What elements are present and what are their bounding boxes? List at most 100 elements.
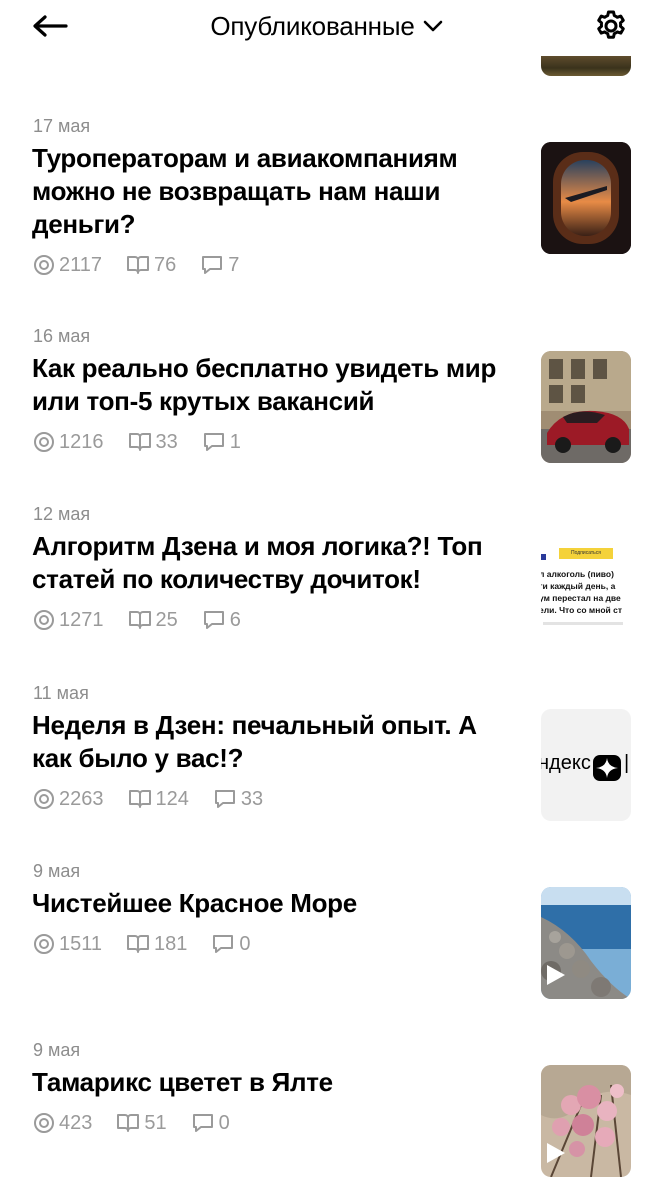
views-count: 1511: [59, 932, 103, 955]
book-icon: [127, 256, 150, 274]
article-screenshot-image[interactable]: Подписаться л алкоголь (пиво) ги каждый …: [541, 530, 631, 642]
book-icon: [128, 790, 151, 808]
reads-count: 181: [154, 932, 188, 955]
article-title[interactable]: Туроператорам и авиакомпаниям можно не в…: [32, 142, 512, 241]
comment-icon: [213, 935, 234, 953]
tamarisk-flowers-video-thumbnail[interactable]: [541, 1065, 631, 1177]
comments-stat: 0: [211, 932, 251, 956]
eye-icon: [34, 432, 54, 452]
reads-count: 51: [144, 1111, 167, 1134]
settings-button[interactable]: [591, 6, 631, 46]
comments-count: 33: [240, 787, 264, 810]
reads-count: 76: [154, 253, 177, 276]
comments-count: 6: [229, 608, 241, 631]
article-card[interactable]: 9 мая Тамарикс цветет в Ялте 423 51 0: [0, 1034, 653, 1194]
comment-icon: [214, 790, 235, 808]
comment-icon: [192, 1114, 213, 1132]
views-stat: 2263: [33, 788, 104, 811]
article-date: 11 мая: [33, 683, 89, 703]
views-stat: 1216: [33, 431, 104, 454]
views-count: 1216: [59, 430, 104, 453]
comments-count: 0: [239, 932, 251, 955]
comments-count: 0: [218, 1111, 230, 1134]
thumb-footer: [543, 622, 623, 625]
article-stats: 2263 124 33: [33, 787, 287, 811]
article-stats: 2117 76 7: [33, 253, 263, 277]
views-count: 423: [59, 1111, 93, 1134]
previous-article-thumbnail[interactable]: [541, 56, 631, 76]
book-icon: [128, 611, 151, 629]
chevron-down-icon: [423, 20, 442, 32]
reads-stat: 25: [128, 609, 178, 632]
article-stats: 1271 25 6: [33, 608, 265, 632]
yandex-zen-logo-image[interactable]: ндекс |: [541, 709, 631, 821]
article-stats: 1216 33 1: [33, 430, 265, 454]
thumb-marker: [541, 554, 546, 560]
book-icon: [127, 935, 150, 953]
eye-icon: [34, 255, 54, 275]
reads-stat: 33: [128, 431, 178, 454]
article-card[interactable]: 11 мая Неделя в Дзен: печальный опыт. А …: [0, 677, 653, 827]
eye-icon: [34, 934, 54, 954]
subscribe-badge: Подписаться: [559, 548, 613, 559]
comments-stat: 6: [202, 609, 241, 632]
article-date: 16 мая: [33, 326, 91, 346]
eye-icon: [34, 610, 54, 630]
comments-count: 1: [229, 430, 241, 453]
article-card[interactable]: 9 мая Чистейшее Красное Море 1511 181 0: [0, 855, 653, 1005]
thumb-text: л алкоголь (пиво) ги каждый день, а ум п…: [541, 569, 623, 615]
thumb-logo-fragment: |: [624, 752, 630, 774]
views-stat: 2117: [33, 254, 102, 277]
red-car-street-image[interactable]: [541, 351, 631, 463]
article-title[interactable]: Чистейшее Красное Море: [32, 887, 512, 920]
reads-count: 33: [155, 430, 178, 453]
article-title[interactable]: Тамарикс цветет в Ялте: [32, 1066, 512, 1099]
status-filter-dropdown[interactable]: Опубликованные: [0, 8, 653, 44]
book-icon: [117, 1114, 140, 1132]
eye-icon: [34, 1113, 54, 1133]
article-stats: 1511 181 0: [33, 932, 275, 956]
views-stat: 1511: [33, 933, 102, 956]
comment-icon: [202, 256, 223, 274]
thumb-logo-text: ндекс: [541, 752, 591, 774]
article-date: 17 мая: [33, 116, 91, 136]
sea-coast-video-thumbnail[interactable]: [541, 887, 631, 999]
top-bar: Опубликованные: [0, 0, 653, 56]
eye-icon: [34, 789, 54, 809]
article-card[interactable]: 12 мая Алгоритм Дзена и моя логика?! Топ…: [0, 498, 653, 648]
page-title: Опубликованные: [210, 10, 415, 41]
views-count: 2263: [59, 787, 104, 810]
reads-stat: 181: [126, 933, 187, 956]
article-stats: 423 51 0: [33, 1111, 254, 1135]
views-stat: 1271: [33, 609, 104, 632]
reads-stat: 124: [128, 788, 189, 811]
comments-stat: 0: [191, 1112, 230, 1135]
article-card[interactable]: 16 мая Как реально бесплатно увидеть мир…: [0, 320, 653, 470]
views-stat: 423: [33, 1112, 92, 1135]
article-title[interactable]: Неделя в Дзен: печальный опыт. А как был…: [32, 709, 512, 775]
gear-icon: [597, 10, 625, 39]
reads-count: 124: [155, 787, 189, 810]
reads-count: 25: [155, 608, 178, 631]
book-icon: [128, 433, 151, 451]
airplane-window-image[interactable]: [541, 142, 631, 254]
comments-stat: 7: [200, 254, 239, 277]
play-icon: [547, 965, 565, 985]
reads-stat: 51: [116, 1111, 167, 1135]
article-date: 9 мая: [33, 1040, 81, 1060]
views-count: 1271: [59, 608, 104, 631]
comments-stat: 33: [213, 788, 263, 811]
article-title[interactable]: Алгоритм Дзена и моя логика?! Топ статей…: [32, 530, 522, 596]
article-card[interactable]: 17 мая Туроператорам и авиакомпаниям мож…: [0, 110, 653, 280]
zen-logo-icon: [593, 755, 621, 781]
article-date: 9 мая: [33, 861, 81, 881]
comments-count: 7: [228, 253, 240, 276]
play-icon: [547, 1143, 565, 1163]
reads-stat: 76: [126, 254, 176, 277]
article-title[interactable]: Как реально бесплатно увидеть мир или то…: [32, 352, 512, 418]
comment-icon: [203, 611, 224, 629]
comment-icon: [203, 433, 224, 451]
views-count: 2117: [59, 253, 103, 276]
article-date: 12 мая: [33, 504, 91, 524]
comments-stat: 1: [202, 431, 241, 454]
